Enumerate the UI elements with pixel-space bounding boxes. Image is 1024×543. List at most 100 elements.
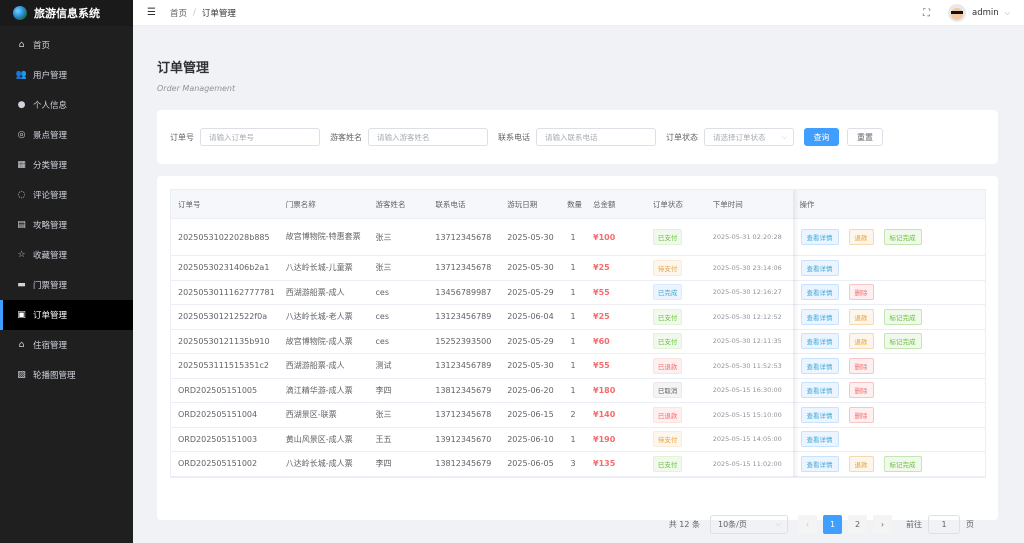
order-icon: ▣ [17, 310, 26, 320]
table-row: ORD202505151005 滴江精华游-成人票 李四 13812345679 202… [171, 379, 985, 403]
refund-button[interactable]: 退款 [848, 229, 874, 245]
hamburger-icon[interactable]: ☰ [147, 7, 156, 18]
next-page-button[interactable]: › [873, 515, 892, 534]
avatar[interactable] [948, 4, 967, 22]
goto-page-input[interactable]: 1 [928, 515, 960, 534]
sidebar-item-4[interactable]: ▦ 分类管理 [0, 150, 133, 180]
detail-button[interactable]: 查看详情 [800, 382, 839, 399]
sidebar-item-label: 轮播图管理 [33, 371, 76, 381]
goto-label: 前往 [906, 520, 922, 529]
sidebar-item-3[interactable]: ◎ 景点管理 [0, 120, 133, 150]
sidebar-item-9[interactable]: ▣ 订单管理 [0, 300, 133, 330]
visitor-name-label: 游客姓名 [330, 132, 362, 142]
cell-phone: 13456789987 [435, 287, 492, 297]
cell-phone: 13712345678 [435, 263, 492, 273]
detail-button[interactable]: 查看详情 [800, 455, 839, 472]
sidebar-item-10[interactable]: ⌂ 住宿管理 [0, 330, 133, 360]
cell-ticket: 故宫博物院-特惠套票 [285, 232, 361, 241]
refund-button[interactable]: 退款 [848, 455, 874, 472]
delete-button[interactable]: 删除 [848, 406, 874, 423]
sidebar-item-6[interactable]: ▤ 攻略管理 [0, 210, 133, 240]
table-body: 20250531022028b885 故宫博物院-特惠套票 张三 1371234567… [171, 219, 985, 477]
delete-button[interactable]: 删除 [848, 357, 874, 374]
sidebar-item-2[interactable]: ● 个人信息 [0, 90, 133, 120]
breadcrumb-home[interactable]: 首页 [170, 7, 187, 19]
sidebar-item-label: 订单管理 [33, 311, 68, 321]
cell-qty: 1 [570, 287, 576, 297]
username[interactable]: admin [972, 8, 999, 18]
delete-button[interactable]: 删除 [848, 284, 874, 301]
detail-button[interactable]: 查看详情 [800, 431, 839, 448]
done-button[interactable]: 标记完成 [883, 455, 922, 472]
cell-date: 2025-05-30 [507, 361, 554, 371]
query-button[interactable]: 查询 [804, 128, 839, 146]
status-badge: 已支付 [652, 229, 683, 245]
sidebar-item-label: 景点管理 [33, 131, 68, 141]
refund-button[interactable]: 退款 [848, 308, 874, 325]
page-size-select[interactable]: 10条/页 ⌵ [710, 515, 788, 534]
sidebar-item-0[interactable]: ⌂ 首页 [0, 30, 133, 60]
visitor-name-input[interactable]: 请输入游客姓名 [368, 128, 488, 146]
cell-order-no: 20250530231406b2a1 [178, 263, 270, 273]
fullscreen-icon[interactable]: ⛶ [923, 8, 930, 19]
cell-phone: 13712345678 [435, 410, 492, 420]
logo[interactable]: 旅游信息系统 [0, 0, 133, 26]
table-row: ORD202505151003 黄山风景区-成人票 王五 13912345670 202… [171, 428, 985, 452]
detail-button[interactable]: 查看详情 [800, 259, 839, 276]
home-icon: ⌂ [18, 40, 25, 50]
cell-actions: 查看详情 退款 标记完成 [793, 308, 986, 325]
detail-button[interactable]: 查看详情 [800, 229, 839, 245]
house-icon: ⌂ [18, 340, 25, 350]
cell-amount: ¥190 [593, 434, 616, 444]
refund-button[interactable]: 退款 [848, 333, 874, 350]
reset-button[interactable]: 重置 [847, 128, 883, 146]
cell-order-time: 2025-05-15 15:10:00 [712, 410, 782, 419]
cell-qty: 1 [570, 336, 576, 346]
cell-status: 已退款 [646, 406, 706, 423]
page-2-button[interactable]: 2 [848, 515, 867, 534]
done-button[interactable]: 标记完成 [883, 229, 922, 245]
done-button[interactable]: 标记完成 [883, 308, 922, 325]
cell-order-time: 2025-05-15 16:30:00 [712, 386, 782, 395]
order-no-input[interactable]: 请输入订单号 [200, 128, 320, 146]
sidebar-menu: ⌂ 首页 👥 用户管理 ● 个人信息 ◎ 景点管理 ▦ 分类管理 ◌ 评论管理 ▤ 攻略管理 ☆ 收藏管理 ▬ 门… [0, 26, 133, 390]
status-select[interactable]: 请选择订单状态 ⌵ [704, 128, 794, 146]
cell-status: 已支付 [646, 229, 706, 245]
cell-amount: ¥140 [593, 410, 616, 420]
cell-name: 王五 [375, 434, 392, 444]
sidebar-item-1[interactable]: 👥 用户管理 [0, 60, 133, 90]
cell-qty: 1 [570, 312, 576, 322]
page-1-button[interactable]: 1 [823, 515, 842, 534]
cell-status: 待支付 [646, 259, 706, 276]
prev-page-button[interactable]: ‹ [798, 515, 817, 534]
top-header: ☰ 首页 / 订单管理 ⛶ admin ⌵ [133, 0, 1024, 26]
column-header: 订单号 [178, 199, 201, 209]
delete-button[interactable]: 删除 [848, 382, 874, 399]
table-header: 订单号 门票名称 游客姓名 联系电话 游玩日期 数量 总金额 订单状态 下单时间 操作 [171, 190, 985, 219]
cell-status: 待支付 [646, 431, 706, 448]
cell-ticket: 西湖游船票-成人 [285, 361, 345, 371]
cell-status: 已支付 [646, 333, 706, 350]
sidebar-item-5[interactable]: ◌ 评论管理 [0, 180, 133, 210]
detail-button[interactable]: 查看详情 [800, 333, 839, 350]
detail-button[interactable]: 查看详情 [800, 284, 839, 301]
sidebar-item-7[interactable]: ☆ 收藏管理 [0, 240, 133, 270]
chevron-down-icon[interactable]: ⌵ [1005, 9, 1010, 18]
phone-input[interactable]: 请输入联系电话 [536, 128, 656, 146]
detail-button[interactable]: 查看详情 [800, 308, 839, 325]
status-badge: 已退款 [652, 357, 683, 374]
detail-button[interactable]: 查看详情 [800, 406, 839, 423]
done-button[interactable]: 标记完成 [883, 333, 922, 350]
sidebar-item-11[interactable]: ▨ 轮播图管理 [0, 360, 133, 390]
cell-date: 2025-06-20 [507, 385, 554, 395]
status-badge: 已退款 [652, 406, 683, 423]
sidebar-item-8[interactable]: ▬ 门票管理 [0, 270, 133, 300]
chevron-down-icon: ⌵ [781, 132, 787, 141]
table-row: 2025053011162777781 西湖游船票-成人 ces 1345678998… [171, 281, 985, 305]
cell-qty: 1 [570, 385, 576, 395]
detail-button[interactable]: 查看详情 [800, 357, 839, 374]
cell-order-time: 2025-05-30 12:11:35 [712, 337, 782, 346]
star-icon: ☆ [17, 250, 26, 260]
table-row: 20250530231406b2a1 八达岭长城-儿童票 张三 13712345678… [171, 256, 985, 281]
fixed-column-shadow [793, 190, 799, 477]
